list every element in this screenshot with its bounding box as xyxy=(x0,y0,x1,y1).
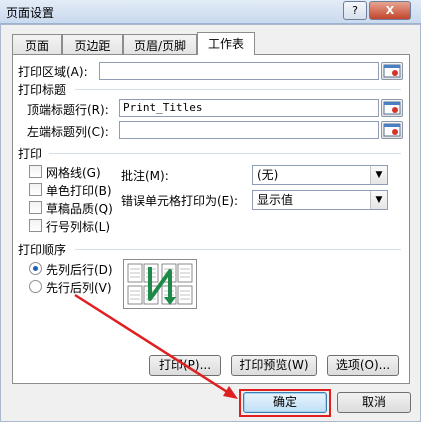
annotation-arrow xyxy=(74,293,238,399)
tab-sheet[interactable]: 工作表 xyxy=(197,32,255,55)
